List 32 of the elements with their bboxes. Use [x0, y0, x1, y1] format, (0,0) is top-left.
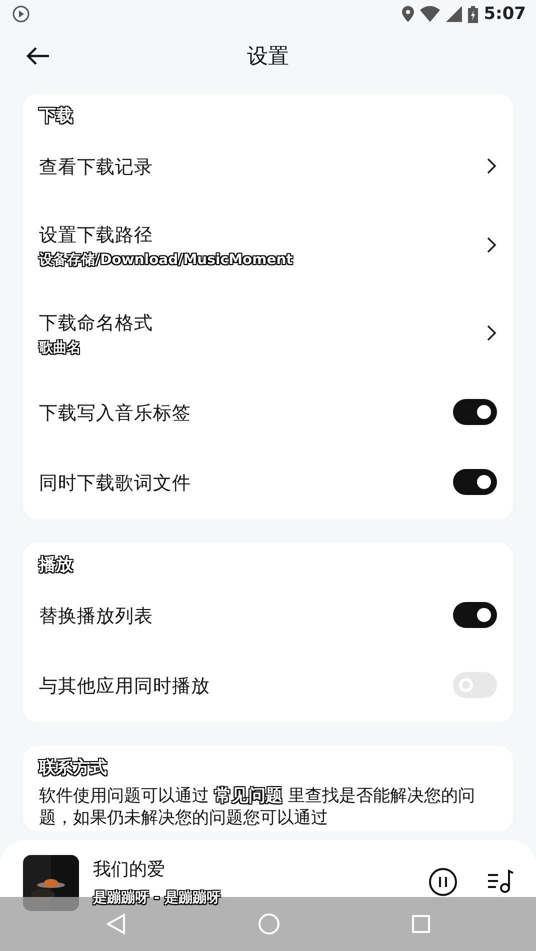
- chevron-right-icon[interactable]: [487, 237, 497, 253]
- back-arrow-icon[interactable]: [26, 46, 50, 66]
- setting-label[interactable]: 设置下载路径: [39, 222, 479, 246]
- section-title: 联系方式: [39, 756, 107, 779]
- location-icon: [402, 6, 414, 22]
- section-title: 播放: [39, 554, 73, 576]
- song-title: 我们的爱: [93, 858, 166, 881]
- section-title: 下载: [39, 104, 73, 127]
- chevron-right-icon[interactable]: [487, 158, 497, 174]
- page-title: 设置: [247, 43, 289, 70]
- toggle-switch[interactable]: [453, 602, 497, 628]
- artist-name: 是蹦蹦呀 - 是蹦蹦呀: [93, 889, 221, 907]
- setting-value: 歌曲名: [39, 338, 81, 356]
- contact-text: 软件使用问题可以通过 常见问题 里查找是否能解决您的问题，如果仍未解决您的问题您可以通过: [39, 785, 476, 829]
- setting-label[interactable]: 查看下载记录: [39, 154, 479, 178]
- setting-label[interactable]: 下载写入音乐标签: [39, 400, 445, 424]
- play-icon: [12, 5, 30, 23]
- setting-label[interactable]: 替换播放列表: [39, 602, 445, 628]
- signal-icon: [446, 6, 462, 22]
- setting-label[interactable]: 同时下载歌词文件: [39, 470, 445, 494]
- setting-label[interactable]: 与其他应用同时播放: [39, 672, 445, 698]
- setting-label[interactable]: 下载命名格式: [39, 310, 479, 334]
- battery-icon: [468, 6, 478, 22]
- toggle-switch[interactable]: [453, 399, 497, 425]
- setting-value: 设备存储/Download/MusicMoment: [39, 250, 293, 268]
- clock-time: 5:07: [484, 4, 526, 24]
- playlist-button[interactable]: [486, 867, 514, 895]
- chevron-right-icon[interactable]: [487, 325, 497, 341]
- wifi-icon: [420, 6, 440, 22]
- faq-link[interactable]: 常见问题: [214, 786, 282, 806]
- pause-button[interactable]: [428, 867, 458, 897]
- toggle-switch[interactable]: [453, 469, 497, 495]
